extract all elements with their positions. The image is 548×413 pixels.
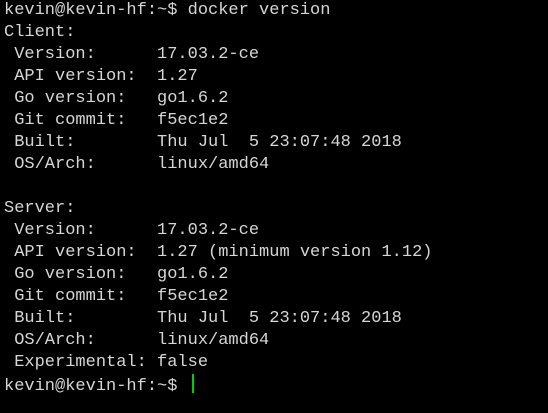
server-version-line: Version: 17.03.2-ce	[4, 221, 260, 240]
client-heading: Client:	[4, 23, 76, 42]
client-version-line: Version: 17.03.2-ce	[4, 45, 260, 64]
client-go-version-line: Go version: go1.6.2	[4, 89, 229, 108]
text-cursor	[191, 374, 194, 393]
terminal-window[interactable]: kevin@kevin-hf:~$ docker version Client:…	[0, 0, 548, 413]
client-git-commit-line: Git commit: f5ec1e2	[4, 111, 229, 130]
client-os-arch-line: OS/Arch: linux/amd64	[4, 155, 270, 174]
server-experimental-line: Experimental: false	[4, 353, 209, 372]
client-api-version-line: API version: 1.27	[4, 67, 198, 86]
server-heading: Server:	[4, 199, 76, 218]
server-go-version-line: Go version: go1.6.2	[4, 265, 229, 284]
client-built-line: Built: Thu Jul 5 23:07:48 2018	[4, 133, 402, 152]
server-built-line: Built: Thu Jul 5 23:07:48 2018	[4, 309, 402, 328]
command-line: kevin@kevin-hf:~$ docker version	[4, 1, 331, 20]
prompt-line[interactable]: kevin@kevin-hf:~$	[0, 374, 548, 396]
shell-prompt: kevin@kevin-hf:~$	[4, 377, 188, 396]
server-api-version-line: API version: 1.27 (minimum version 1.12)	[4, 243, 433, 262]
server-os-arch-line: OS/Arch: linux/amd64	[4, 331, 270, 350]
server-git-commit-line: Git commit: f5ec1e2	[4, 287, 229, 306]
